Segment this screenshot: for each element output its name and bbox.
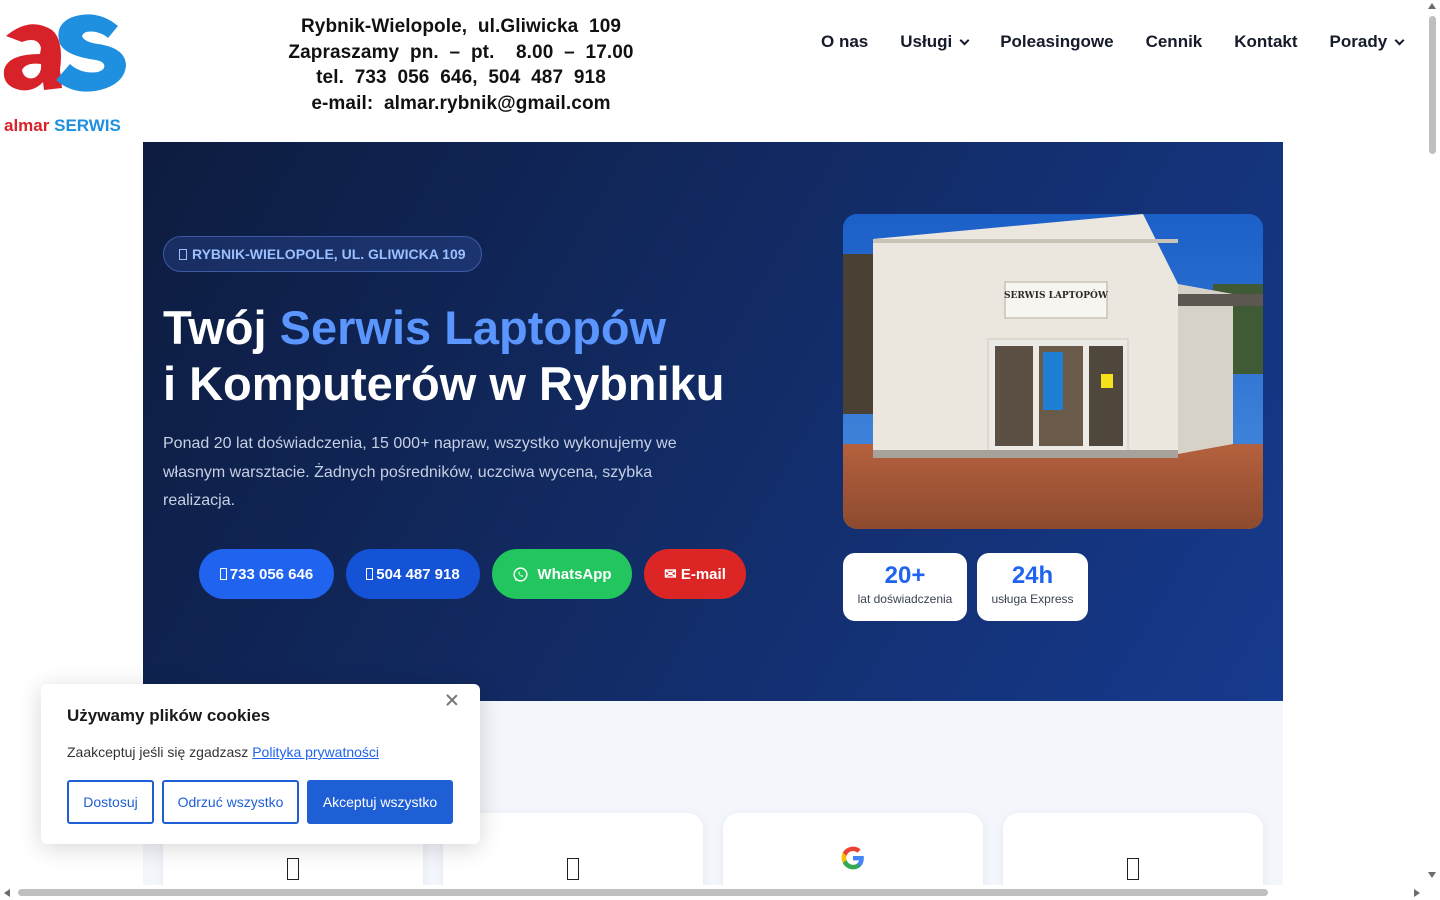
contact-email: e-mail: almar.rybnik@gmail.com — [311, 92, 611, 114]
nav-item-porady[interactable]: Porady — [1329, 32, 1405, 52]
vertical-scrollbar[interactable] — [1425, 0, 1440, 886]
nav-label: Usługi — [900, 32, 953, 51]
contact-phones: tel. 733 056 646, 504 487 918 — [316, 67, 606, 88]
contact-hours: Zapraszamy pn. – pt. 8.00 – 17.00 — [288, 41, 634, 63]
nav-label: Kontakt — [1234, 32, 1298, 51]
nav-label: O nas — [821, 32, 869, 51]
google-icon — [841, 846, 864, 870]
scroll-right-arrow-icon[interactable] — [1414, 889, 1420, 897]
whatsapp-button-label: WhatsApp — [537, 565, 612, 583]
nav-label: Cennik — [1145, 32, 1203, 51]
cookie-consent-dialog: Używamy plików cookies Zaakceptuj jeśli … — [41, 684, 480, 844]
location-badge: RYBNIK-WIELOPOLE, UL. GLIWICKA 109 — [163, 236, 482, 272]
shop-photo-illustration: SERWIS LAPTOPÓW — [843, 214, 1263, 529]
logo-wordmark: almar SERWIS — [4, 116, 121, 136]
main-nav: O nas Usługi Poleasingowe Cennik Kontakt… — [821, 32, 1405, 52]
feature-icon — [567, 858, 579, 880]
horizontal-scroll-thumb[interactable] — [18, 889, 1268, 896]
page: almar SERWIS Rybnik-Wielopole, ul.Gliwic… — [0, 0, 1440, 900]
nav-item-o-nas[interactable]: O nas — [821, 32, 868, 52]
hero-title-part1: Twój — [163, 301, 280, 354]
contact-address: Rybnik-Wielopole, ul.Gliwicka 109 — [300, 16, 622, 37]
stat-label: usługa Express — [991, 592, 1074, 606]
phone-icon — [366, 568, 374, 580]
stat-label: lat doświadczenia — [857, 592, 953, 606]
whatsapp-icon — [513, 566, 528, 582]
chevron-down-icon — [1394, 35, 1405, 45]
cookie-title: Używamy plików cookies — [67, 706, 271, 725]
hero-title: Twój Serwis Laptopów i Komputerów w Rybn… — [163, 300, 724, 412]
stat-card-express: 24h usługa Express — [977, 553, 1088, 621]
whatsapp-button[interactable]: WhatsApp — [492, 549, 632, 599]
hero-title-accent: Serwis Laptopów — [279, 301, 667, 354]
email-button-label: ✉ E-mail — [664, 566, 726, 583]
call-button-1[interactable]: 733 056 646 — [199, 549, 334, 599]
nav-label: Poleasingowe — [1000, 32, 1114, 51]
stat-value: 20+ — [884, 562, 926, 589]
privacy-policy-link[interactable]: Polityka prywatności — [252, 744, 379, 760]
nav-item-poleasingowe[interactable]: Poleasingowe — [1000, 32, 1113, 52]
nav-item-kontakt[interactable]: Kontakt — [1234, 32, 1297, 52]
vertical-scroll-thumb[interactable] — [1429, 16, 1436, 154]
call-button-1-label: 733 056 646 — [229, 565, 314, 583]
shop-photo: SERWIS LAPTOPÓW — [843, 214, 1263, 529]
nav-label: Porady — [1329, 32, 1388, 51]
cookie-text-body: Zaakceptuj jeśli się zgadzasz — [67, 744, 253, 760]
map-pin-icon — [179, 248, 187, 260]
email-button[interactable]: ✉ E-mail — [644, 549, 746, 599]
logo-brand: almar — [4, 116, 50, 135]
location-badge-text: RYBNIK-WIELOPOLE, UL. GLIWICKA 109 — [192, 246, 466, 262]
scroll-up-arrow-icon[interactable] — [1428, 3, 1436, 9]
chevron-down-icon — [959, 35, 970, 45]
logo-mark-icon — [3, 14, 126, 92]
hero-section: RYBNIK-WIELOPOLE, UL. GLIWICKA 109 Twój … — [143, 142, 1283, 701]
header-contact-info: Rybnik-Wielopole, ul.Gliwicka 109 Zapras… — [280, 14, 642, 116]
phone-icon — [219, 568, 227, 580]
feature-icon — [287, 858, 299, 880]
hero-title-line2: i Komputerów w Rybniku — [163, 357, 725, 410]
nav-item-cennik[interactable]: Cennik — [1146, 32, 1203, 52]
call-button-2-label: 504 487 918 — [376, 565, 460, 583]
cookie-accept-button[interactable]: Akceptuj wszystko — [307, 780, 453, 824]
stat-value: 24h — [1011, 562, 1054, 589]
feature-icon — [1127, 858, 1139, 880]
site-logo[interactable]: almar SERWIS — [0, 8, 140, 135]
horizontal-scrollbar[interactable] — [0, 885, 1440, 900]
cookie-customize-button[interactable]: Dostosuj — [67, 780, 154, 824]
logo-suffix: SERWIS — [54, 116, 121, 135]
scroll-left-arrow-icon[interactable] — [4, 889, 10, 897]
cookie-text: Zaakceptuj jeśli się zgadzasz Polityka p… — [67, 744, 379, 760]
hero-description: Ponad 20 lat doświadczenia, 15 000+ napr… — [163, 435, 677, 509]
call-button-2[interactable]: 504 487 918 — [346, 549, 480, 599]
scroll-down-arrow-icon[interactable] — [1428, 872, 1436, 878]
nav-item-uslugi[interactable]: Usługi — [900, 32, 970, 52]
stat-card-experience: 20+ lat doświadczenia — [843, 553, 967, 621]
close-icon[interactable] — [445, 693, 459, 707]
cookie-reject-button[interactable]: Odrzuć wszystko — [162, 780, 299, 824]
shop-sign-text: SERWIS LAPTOPÓW — [1004, 289, 1109, 301]
